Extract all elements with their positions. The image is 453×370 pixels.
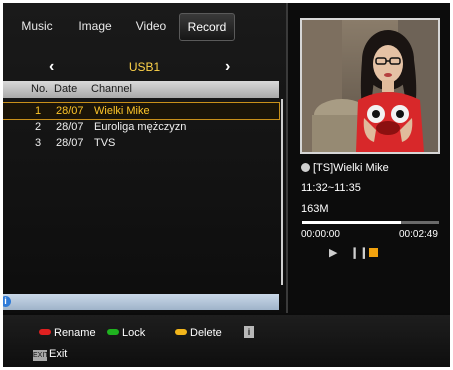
total-duration: 00:02:49	[399, 229, 438, 240]
delete-label: Delete	[190, 327, 222, 339]
recordings-table-header: No. Date Channel	[3, 81, 279, 98]
status-bar: i	[3, 294, 279, 310]
table-row[interactable]: 2 28/07 Euroliga mężczyzn	[3, 119, 279, 135]
lock-label: Lock	[122, 327, 146, 339]
table-row[interactable]: 1 28/07 Wielki Mike	[3, 102, 280, 120]
media-tabs: Music Image Video Record	[3, 11, 286, 41]
row-channel: Euroliga mężczyzn	[94, 121, 187, 133]
row-channel: Wielki Mike	[94, 105, 150, 117]
recording-title-text: [TS]Wielki Mike	[313, 162, 389, 174]
delete-key[interactable]: Delete	[175, 327, 222, 340]
exit-label: Exit	[49, 348, 68, 360]
pause-icon[interactable]: ❙❙	[350, 246, 368, 259]
device-selector: USB1 ‹ ›	[3, 56, 286, 78]
row-channel: TVS	[94, 137, 116, 149]
exit-key[interactable]: EXITExit	[33, 348, 67, 361]
chevron-left-icon[interactable]: ‹	[49, 56, 54, 78]
playback-progress[interactable]	[302, 221, 439, 224]
chevron-right-icon[interactable]: ›	[225, 56, 230, 78]
column-no: No.	[31, 83, 49, 95]
row-no: 2	[35, 121, 42, 133]
list-scrollbar[interactable]	[281, 99, 283, 285]
video-thumbnail	[302, 20, 438, 152]
green-key-icon	[107, 329, 119, 335]
recordings-list: 1 28/07 Wielki Mike 2 28/07 Euroliga męż…	[3, 102, 280, 151]
table-row[interactable]: 3 28/07 TVS	[3, 135, 279, 151]
tab-video[interactable]: Video	[129, 13, 173, 39]
device-label: USB1	[128, 60, 161, 74]
recording-title: [TS]Wielki Mike	[301, 162, 389, 174]
play-icon[interactable]: ▶	[329, 246, 337, 259]
file-browser-panel: Music Image Video Record USB1 ‹ › No. Da…	[3, 3, 288, 313]
stop-icon[interactable]	[369, 248, 378, 257]
info-key-icon: i	[244, 326, 254, 338]
preview-panel: [TS]Wielki Mike 11:32~11:35 163M 00:00:0…	[290, 3, 450, 313]
media-player-screen: Music Image Video Record USB1 ‹ › No. Da…	[3, 3, 450, 367]
info-key[interactable]: i	[244, 326, 254, 339]
red-key-icon	[39, 329, 51, 335]
elapsed-time: 00:00:00	[301, 229, 340, 240]
record-dot-icon	[301, 163, 310, 172]
row-date: 28/07	[56, 105, 84, 117]
recording-time-range: 11:32~11:35	[301, 182, 361, 194]
tab-music[interactable]: Music	[15, 13, 59, 39]
exit-key-icon: EXIT	[33, 350, 49, 361]
info-icon: i	[3, 296, 11, 307]
row-date: 28/07	[56, 121, 84, 133]
row-date: 28/07	[56, 137, 84, 149]
column-channel: Channel	[91, 83, 132, 95]
row-no: 1	[35, 105, 42, 117]
key-hint-bar: Rename Lock Delete i EXITExit	[3, 315, 450, 367]
lock-key[interactable]: Lock	[107, 327, 145, 340]
playback-progress-fill	[302, 221, 401, 224]
tab-image[interactable]: Image	[73, 13, 117, 39]
yellow-key-icon	[175, 329, 187, 335]
recording-size: 163M	[301, 203, 329, 215]
rename-label: Rename	[54, 327, 96, 339]
column-date: Date	[54, 83, 78, 95]
rename-key[interactable]: Rename	[39, 327, 96, 340]
row-no: 3	[35, 137, 42, 149]
tab-record[interactable]: Record	[179, 13, 235, 41]
video-preview	[300, 18, 440, 154]
